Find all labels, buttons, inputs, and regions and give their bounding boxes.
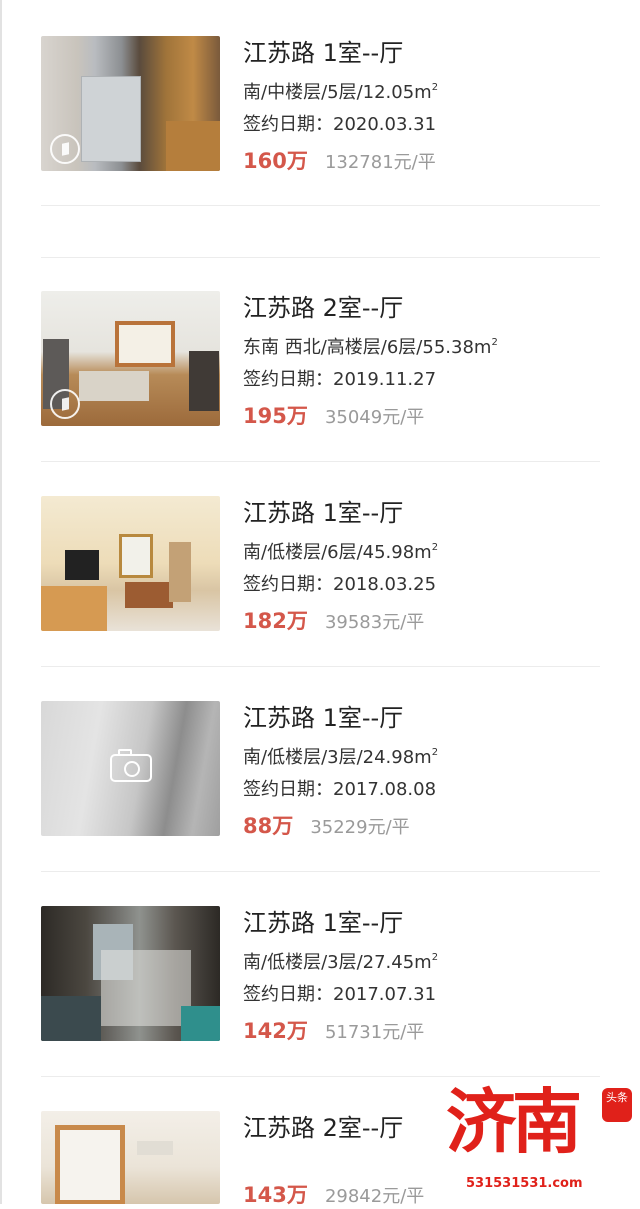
listing-sign-date: 签约日期：2019.11.27 [243,369,437,390]
listing-price-row: 160万 132781元/平 [243,145,600,175]
listing-sign-date: 签约日期：2020.03.31 [243,114,437,135]
listing-detail: 东南 西北/高楼层/6层/55.38m2 [243,337,498,358]
watermark-url: 531531531.com [466,1176,583,1191]
divider [41,666,600,667]
listing-photo [41,291,220,426]
listing-price: 142万 [243,1019,308,1043]
listing-price: 160万 [243,149,308,173]
listing-price: 182万 [243,609,308,633]
listing-item[interactable]: 江苏路 1室--厅 南/低楼层/6层/45.98m2 签约日期：2018.03.… [41,496,600,635]
listing-item[interactable]: 江苏路 1室--厅 南/低楼层/3层/24.98m2 签约日期：2017.08.… [41,701,600,840]
listing-price-row: 142万 51731元/平 [243,1015,600,1045]
listing-detail: 南/低楼层/3层/27.45m2 [243,952,439,973]
listing-photo [41,496,220,631]
divider [41,1076,600,1077]
listing-title: 江苏路 2室--厅 [243,294,404,322]
camera-icon [110,749,152,782]
listing-sign-date: 签约日期：2018.03.25 [243,574,437,595]
listing-unit-price: 35049元/平 [324,407,425,428]
listing-sign-date: 签约日期：2017.07.31 [243,984,437,1005]
listing-price: 88万 [243,814,294,838]
watermark-text: 济南 [446,1080,582,1163]
listing-title: 江苏路 1室--厅 [243,499,404,527]
watermark-badge: 头条 [602,1088,632,1122]
listing-item[interactable]: 江苏路 1室--厅 南/低楼层/3层/27.45m2 签约日期：2017.07.… [41,906,600,1045]
listing-detail: 南/低楼层/3层/24.98m2 [243,747,439,768]
listing-unit-price: 35229元/平 [310,817,410,838]
listing-photo [41,906,220,1041]
listing-item[interactable]: 江苏路 2室--厅 东南 西北/高楼层/6层/55.38m2 签约日期：2019… [41,291,600,430]
listing-unit-price: 132781元/平 [324,152,436,173]
divider [41,257,600,258]
left-edge-line [0,0,2,1204]
listing-price-row: 195万 35049元/平 [243,400,600,430]
watermark-logo: 济南 头条 531531531.com [440,1080,640,1204]
listing-title: 江苏路 1室--厅 [243,704,404,732]
listing-photo-placeholder [41,701,220,836]
divider [41,461,600,462]
listing-item[interactable]: 江苏路 1室--厅 南/中楼层/5层/12.05m2 签约日期：2020.03.… [41,36,600,175]
listing-price-row: 88万 35229元/平 [243,810,600,840]
listing-unit-price: 39583元/平 [324,612,425,633]
listing-price: 143万 [243,1183,308,1207]
vr-icon [50,389,80,419]
listing-detail: 南/低楼层/6层/45.98m2 [243,542,439,563]
divider [41,871,600,872]
listing-photo [41,1111,220,1204]
listing-sign-date: 签约日期：2017.08.08 [243,779,437,800]
listing-title: 江苏路 1室--厅 [243,39,404,67]
listing-unit-price: 51731元/平 [324,1022,425,1043]
listing-price: 195万 [243,404,308,428]
listing-photo [41,36,220,171]
divider [41,205,600,206]
listing-title: 江苏路 1室--厅 [243,909,404,937]
vr-icon [50,134,80,164]
listing-price-row: 182万 39583元/平 [243,605,600,635]
listing-detail: 南/中楼层/5层/12.05m2 [243,82,439,103]
